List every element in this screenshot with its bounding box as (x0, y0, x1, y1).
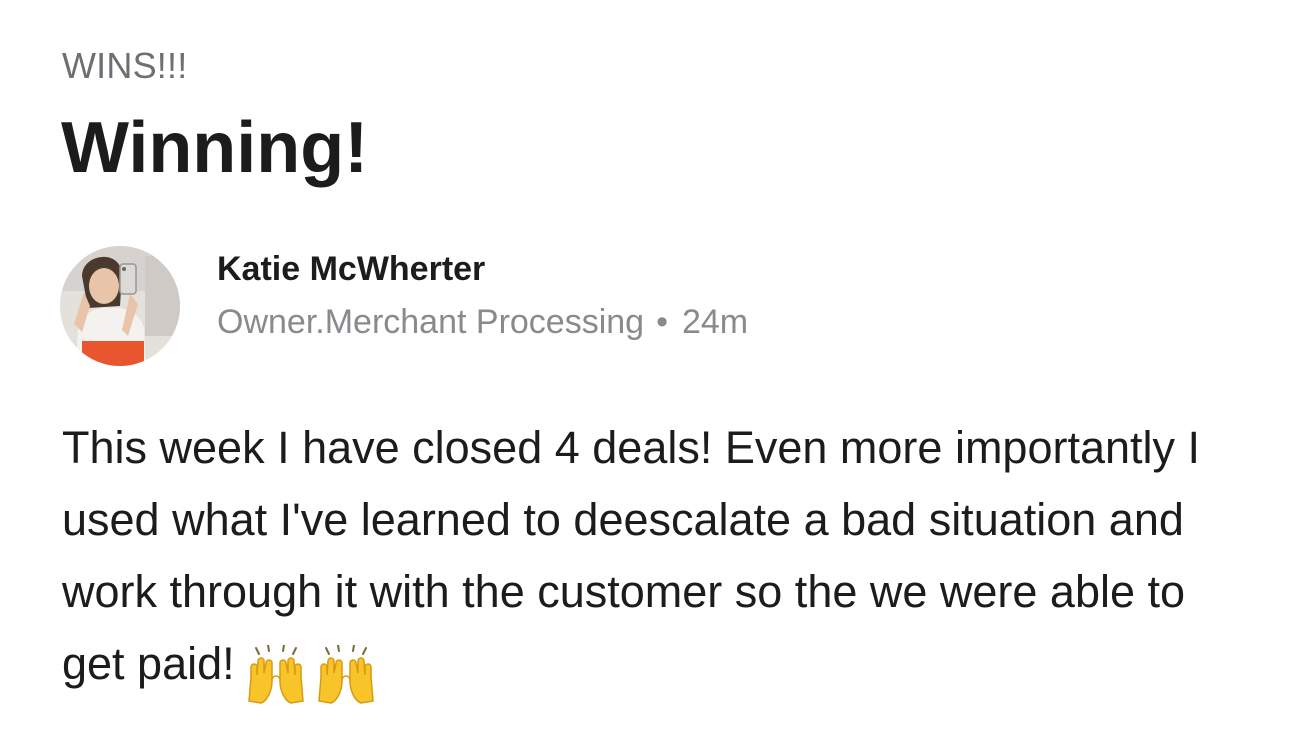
author-name[interactable]: Katie McWherter (217, 248, 485, 290)
author-role: Owner.Merchant Processing (217, 303, 645, 341)
post-timestamp: 24m (681, 303, 749, 341)
meta-separator: • (656, 303, 668, 341)
raising-hands-emoji (247, 645, 304, 704)
emoji-group (245, 636, 377, 708)
post-card: WINS!!! Winning! Katie McWherter Owner.M… (0, 0, 1290, 753)
avatar[interactable] (60, 246, 180, 366)
post-category[interactable]: WINS!!! (62, 44, 187, 88)
post-body: This week I have closed 4 deals! Even mo… (62, 412, 1252, 708)
avatar-photo (60, 246, 180, 366)
author-row: Katie McWherter Owner.Merchant Processin… (60, 244, 960, 368)
post-title: Winning! (61, 108, 369, 188)
post-body-text: This week I have closed 4 deals! Even mo… (62, 422, 1201, 689)
author-meta: Owner.Merchant Processing • 24m (217, 301, 748, 343)
raising-hands-emoji (317, 645, 374, 704)
